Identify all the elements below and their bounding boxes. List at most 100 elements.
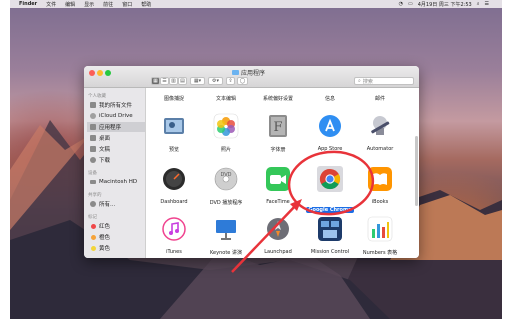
close-button[interactable]	[89, 70, 95, 76]
column-view-button[interactable]: ▥	[169, 77, 178, 85]
share-button[interactable]: ⇪	[226, 77, 235, 85]
sidebar-item-label: 所有...	[99, 202, 116, 208]
zoom-button[interactable]	[105, 70, 111, 76]
search-icon: ⌕	[358, 78, 361, 84]
chrome-icon	[317, 166, 343, 192]
battery-icon[interactable]: ▭	[408, 1, 413, 8]
launchpad-icon	[267, 218, 289, 240]
applications-grid: 图像捕捉 文本编辑 系统偏好设置 信息 邮件 预览 照片 F 字体册 App S…	[147, 88, 419, 258]
search-field[interactable]: ⌕ 搜索	[354, 77, 414, 85]
app-label-system-preferences[interactable]: 系统偏好设置	[253, 95, 303, 102]
app-label: iBooks	[371, 199, 389, 205]
app-label: App Store	[317, 146, 343, 152]
sidebar-item-label: 橙色	[99, 235, 111, 241]
sidebar-item-tag-yellow[interactable]: 黄色	[87, 243, 145, 253]
app-ibooks[interactable]: iBooks	[355, 166, 405, 205]
app-label-messages[interactable]: 信息	[305, 95, 355, 102]
app-label: FaceTime	[266, 199, 290, 205]
app-photos[interactable]: 照片	[201, 113, 251, 153]
app-google-chrome[interactable]: Google Chrome	[305, 166, 355, 215]
sidebar-item-label: Macintosh HD	[99, 179, 138, 185]
app-label: Keynote 讲演	[210, 250, 242, 256]
wifi-icon[interactable]: ◔	[399, 1, 403, 8]
dashboard-icon	[163, 168, 185, 190]
app-app-store[interactable]: App Store	[305, 113, 355, 152]
sidebar-item-tag-red[interactable]: 红色	[87, 221, 145, 231]
notification-center-icon[interactable]: ☰	[485, 1, 489, 8]
app-label-textedit[interactable]: 文本编辑	[201, 95, 251, 102]
sidebar-item-applications[interactable]: 应用程序	[87, 122, 145, 132]
red-tag-dot-icon	[91, 223, 96, 229]
app-launchpad[interactable]: Launchpad	[253, 216, 303, 255]
app-facetime[interactable]: FaceTime	[253, 166, 303, 205]
icon-view-button[interactable]: ▦	[151, 77, 160, 85]
documents-icon	[90, 146, 96, 152]
app-label: Automator	[366, 146, 394, 152]
app-itunes[interactable]: iTunes	[149, 216, 199, 255]
minimize-button[interactable]	[97, 70, 103, 76]
gallery-view-button[interactable]: ▤	[178, 77, 187, 85]
menu-finder[interactable]: Finder	[19, 1, 37, 7]
mission-control-icon	[318, 217, 342, 241]
svg-text:DVD: DVD	[220, 172, 231, 178]
app-label-image-capture[interactable]: 图像捕捉	[149, 95, 199, 102]
sidebar-item-label: 应用程序	[99, 125, 122, 131]
app-label: Mission Control	[310, 249, 350, 255]
app-automator[interactable]: Automator	[355, 113, 405, 152]
menu-view[interactable]: 显示	[84, 1, 94, 8]
sidebar-header-tags: 标记	[88, 215, 97, 220]
arrange-button[interactable]: ▦▾	[190, 77, 205, 85]
menu-edit[interactable]: 编辑	[65, 1, 75, 8]
app-label: Dashboard	[160, 199, 188, 205]
title-bar: 应用程序 ▦ ☰ ▥ ▤ ▦▾ ⚙▾ ⇪ ◯ ⌕ 搜索	[84, 66, 419, 88]
sidebar-item-all-my-files[interactable]: 我的所有文件	[87, 100, 145, 110]
tag-button[interactable]: ◯	[237, 77, 248, 85]
menubar-clock[interactable]: 4月19日 周三 下午2:53	[418, 1, 472, 8]
list-view-button[interactable]: ☰	[160, 77, 169, 85]
app-store-icon	[319, 115, 341, 137]
app-font-book[interactable]: F 字体册	[253, 113, 303, 153]
spotlight-icon[interactable]: ⌕	[477, 1, 480, 8]
window-title-text: 应用程序	[241, 70, 266, 77]
sidebar-item-shared-all[interactable]: 所有...	[87, 199, 145, 209]
svg-text:F: F	[273, 120, 282, 135]
app-label: DVD 播放程序	[209, 200, 243, 206]
sidebar-item-label: 我的所有文件	[99, 103, 133, 109]
downloads-icon	[90, 157, 96, 163]
itunes-icon	[162, 217, 186, 241]
yellow-tag-dot-icon	[91, 245, 96, 251]
app-label: Launchpad	[264, 249, 292, 255]
photos-icon	[213, 113, 239, 139]
app-label: iTunes	[166, 249, 182, 255]
menu-go[interactable]: 前往	[103, 1, 113, 8]
menu-window[interactable]: 窗口	[122, 1, 132, 8]
app-label: 字体册	[270, 147, 286, 153]
finder-window: 应用程序 ▦ ☰ ▥ ▤ ▦▾ ⚙▾ ⇪ ◯ ⌕ 搜索 个人收藏 我的所有文件 …	[84, 66, 419, 258]
menu-file[interactable]: 文件	[46, 1, 56, 8]
app-preview[interactable]: 预览	[149, 113, 199, 153]
menu-bar: Finder 文件 编辑 显示 前往 窗口 帮助 ◔ ▭ 4月19日 周三 下午…	[10, 0, 502, 8]
app-label-selected: Google Chrome	[306, 207, 354, 213]
app-dvd-player[interactable]: DVD DVD 播放程序	[201, 166, 251, 206]
preview-icon	[164, 118, 184, 134]
menu-help[interactable]: 帮助	[141, 1, 151, 8]
app-label-mail[interactable]: 邮件	[355, 95, 405, 102]
app-label: 照片	[220, 147, 231, 153]
action-gear-button[interactable]: ⚙▾	[208, 77, 223, 85]
app-numbers[interactable]: Numbers 表格	[355, 216, 405, 256]
all-files-icon	[90, 102, 96, 108]
app-mission-control[interactable]: Mission Control	[305, 216, 355, 255]
sidebar-item-downloads[interactable]: 下载	[87, 155, 145, 165]
sidebar-item-documents[interactable]: 文稿	[87, 144, 145, 154]
sidebar-item-macintosh-hd[interactable]: Macintosh HD	[87, 177, 145, 187]
sidebar-item-tag-orange[interactable]: 橙色	[87, 232, 145, 242]
sidebar-item-label: 桌面	[99, 136, 111, 142]
network-icon	[90, 201, 96, 207]
vertical-scrollbar[interactable]	[415, 136, 418, 206]
automator-icon	[371, 116, 390, 135]
sidebar-item-label: 文稿	[99, 147, 111, 153]
app-keynote[interactable]: Keynote 讲演	[201, 216, 251, 256]
app-dashboard[interactable]: Dashboard	[149, 166, 199, 205]
sidebar-item-desktop[interactable]: 桌面	[87, 133, 145, 143]
sidebar-item-icloud-drive[interactable]: iCloud Drive	[87, 111, 145, 121]
